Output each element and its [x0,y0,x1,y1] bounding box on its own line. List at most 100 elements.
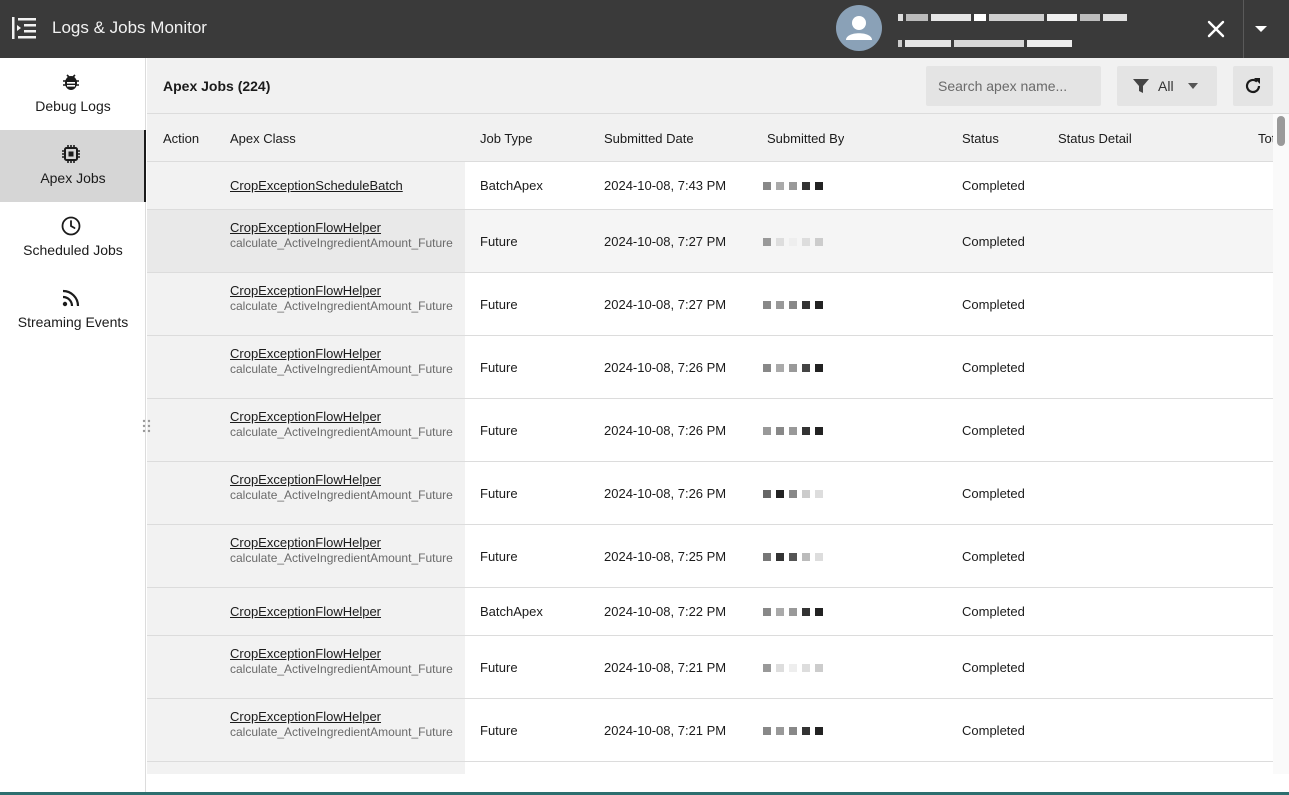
scrollbar-thumb[interactable] [1277,116,1285,146]
drag-handle-icon[interactable] [142,419,151,434]
table-row[interactable]: CropExceptionFlowHelper calculate_ActiveI… [147,210,1273,273]
column-header-total[interactable]: Total [1258,131,1273,146]
job-type-cell: Future [480,486,518,501]
apex-method-name: calculate_ActiveIngredientAmount_Future [230,299,453,313]
submitted-by-redacted [763,427,841,437]
page-title: Apex Jobs (224) [163,78,271,94]
menu-collapse-icon[interactable] [10,14,38,42]
column-header-status[interactable]: Status [962,131,999,146]
sidebar-item-label: Streaming Events [17,314,129,330]
column-header-submitted-by[interactable]: Submitted By [767,131,844,146]
submitted-by-redacted [763,301,841,311]
table-row[interactable]: CropExceptionFlowHelper calculate_ActiveI… [147,336,1273,399]
table-row[interactable]: CropExceptionFlowHelper calculate_ActiveI… [147,462,1273,525]
submitted-date-cell: 2024-10-08, 7:25 PM [604,549,727,564]
refresh-button[interactable] [1233,66,1273,106]
table-row[interactable]: CropExceptionScheduleBatch BatchApex 2024-… [147,162,1273,210]
apex-method-name: calculate_ActiveIngredientAmount_Future [230,662,453,676]
submitted-date-cell: 2024-10-08, 7:26 PM [604,423,727,438]
submitted-by-redacted [763,490,841,500]
rss-feed-icon [62,289,80,307]
column-header-status-detail[interactable]: Status Detail [1058,131,1132,146]
table-row[interactable]: CropExceptionFlowHelper calculate_ActiveI… [147,636,1273,699]
sidebar-item-label: Scheduled Jobs [23,242,123,258]
job-type-cell: Future [480,360,518,375]
status-cell: Completed [962,604,1025,619]
apex-class-link[interactable]: CropExceptionFlowHelper [230,346,381,361]
table-row[interactable]: CropExceptionFlowHelper calculate_ActiveI… [147,699,1273,762]
jobs-toolbar: Apex Jobs (224) All [147,58,1289,114]
submitted-by-redacted [763,664,841,674]
apex-class-link[interactable]: CropExceptionFlowHelper [230,409,381,424]
job-type-cell: BatchApex [480,604,543,619]
refresh-icon [1245,78,1261,94]
submitted-date-cell: 2024-10-08, 7:21 PM [604,660,727,675]
apex-method-name: calculate_ActiveIngredientAmount_Future [230,551,453,565]
app-title: Logs & Jobs Monitor [52,18,207,37]
table-header: Action Apex Class Job Type Submitted Dat… [147,114,1273,162]
status-cell: Completed [962,486,1025,501]
user-org-redacted [898,36,1163,47]
status-cell: Completed [962,549,1025,564]
apex-class-link[interactable]: CropExceptionFlowHelper [230,283,381,298]
submitted-by-redacted [763,238,841,248]
sidebar-item-label: Apex Jobs [40,170,106,186]
submitted-date-cell: 2024-10-08, 7:22 PM [604,604,727,619]
apex-class-cell [147,762,465,774]
filter-icon [1133,79,1149,93]
job-type-cell: Future [480,423,518,438]
table-row[interactable]: CropExceptionFlowHelper BatchApex 2024-10-… [147,588,1273,636]
status-cell: Completed [962,723,1025,738]
apex-method-name: calculate_ActiveIngredientAmount_Future [230,725,453,739]
job-type-cell: BatchApex [480,178,543,193]
search-input[interactable] [926,66,1101,106]
jobs-table: Action Apex Class Job Type Submitted Dat… [147,114,1273,774]
chevron-down-icon [1188,83,1198,89]
status-cell: Completed [962,234,1025,249]
vertical-scrollbar[interactable] [1273,114,1289,774]
close-icon[interactable] [1200,13,1232,45]
table-row[interactable]: CropExceptionFlowHelper calculate_ActiveI… [147,525,1273,588]
apex-class-link[interactable]: CropExceptionFlowHelper [230,646,381,661]
job-type-cell: Future [480,549,518,564]
sidebar-item-streaming-events[interactable]: Streaming Events [0,274,146,346]
user-avatar-icon[interactable] [836,5,882,51]
table-row[interactable]: CropExceptionFlowHelper calculate_ActiveI… [147,273,1273,336]
job-type-cell: Future [480,723,518,738]
apex-method-name: calculate_ActiveIngredientAmount_Future [230,488,453,502]
job-type-cell: Future [480,660,518,675]
column-header-job-type[interactable]: Job Type [480,131,533,146]
submitted-date-cell: 2024-10-08, 7:43 PM [604,178,727,193]
column-header-submitted-date[interactable]: Submitted Date [604,131,694,146]
sidebar-item-scheduled-jobs[interactable]: Scheduled Jobs [0,202,146,274]
submitted-date-cell: 2024-10-08, 7:27 PM [604,297,727,312]
submitted-by-redacted [763,364,841,374]
sidebar: Debug Logs Apex Jobs Scheduled Jobs Stre… [0,58,146,795]
job-type-cell: Future [480,234,518,249]
table-row[interactable]: CropExceptionFlowHelperFuture2024-10-08,… [147,762,1273,774]
apex-method-name: calculate_ActiveIngredientAmount_Future [230,362,453,376]
submitted-by-redacted [763,608,841,618]
column-header-apex-class[interactable]: Apex Class [230,131,296,146]
status-cell: Completed [962,360,1025,375]
status-cell: Completed [962,297,1025,312]
apex-method-name: calculate_ActiveIngredientAmount_Future [230,425,453,439]
apex-class-link[interactable]: CropExceptionFlowHelper [230,604,381,619]
sidebar-item-debug-logs[interactable]: Debug Logs [0,58,146,130]
sidebar-item-apex-jobs[interactable]: Apex Jobs [0,130,146,202]
caret-down-icon[interactable] [1252,20,1270,38]
apex-class-link[interactable]: CropExceptionFlowHelper [230,535,381,550]
column-header-action[interactable]: Action [163,131,199,146]
apex-method-name: calculate_ActiveIngredientAmount_Future [230,236,453,250]
apex-class-link[interactable]: CropExceptionScheduleBatch [230,178,403,193]
submitted-by-redacted [763,553,841,563]
filter-dropdown[interactable]: All [1117,66,1217,106]
apex-class-link[interactable]: CropExceptionFlowHelper [230,709,381,724]
filter-selected-label: All [1158,78,1174,94]
cpu-chip-icon [62,145,80,163]
bug-icon [63,74,79,90]
apex-class-link[interactable]: CropExceptionFlowHelper [230,472,381,487]
header-divider [1243,0,1244,58]
table-row[interactable]: CropExceptionFlowHelper calculate_ActiveI… [147,399,1273,462]
apex-class-link[interactable]: CropExceptionFlowHelper [230,220,381,235]
